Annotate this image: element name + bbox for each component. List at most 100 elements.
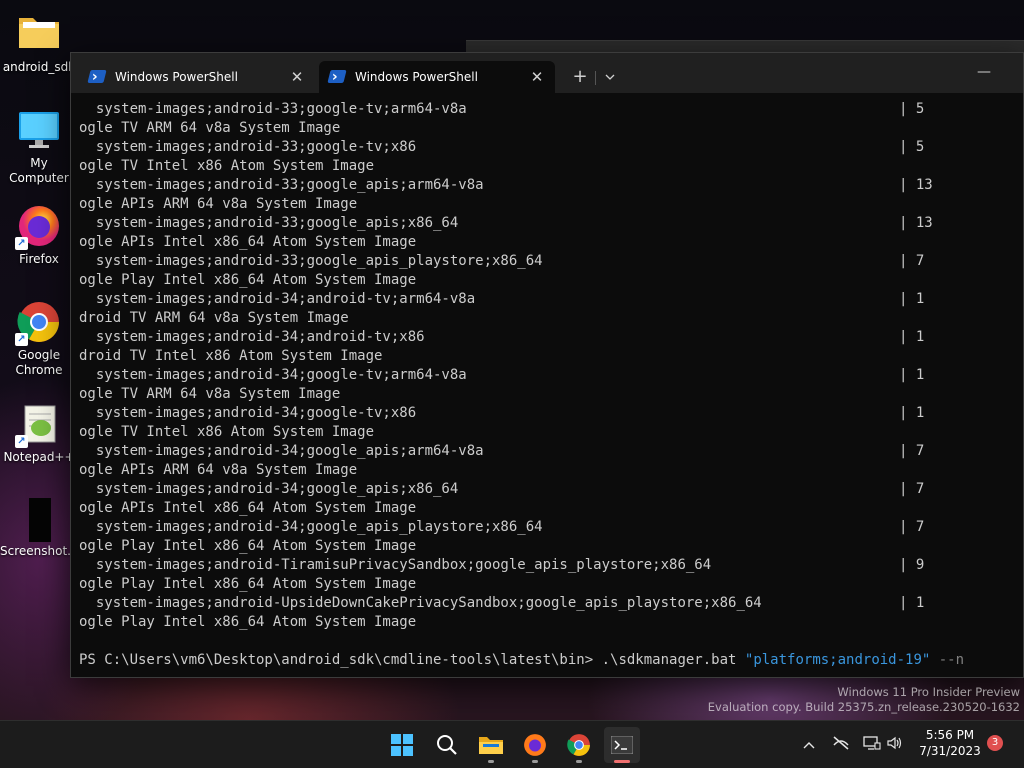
package-path: system-images;android-33;google-tv;x86 [79, 139, 417, 155]
package-row: system-images;android-UpsideDownCakePriv… [79, 594, 1023, 613]
tab-powershell-1[interactable]: Windows PowerShell ✕ [79, 61, 315, 93]
file-explorer-button[interactable] [473, 727, 509, 763]
package-version: | 1 [899, 405, 925, 421]
chevron-down-icon[interactable] [601, 63, 619, 91]
package-version: | 13 [899, 215, 933, 231]
package-row: system-images;android-34;google_apis_pla… [79, 518, 1023, 537]
running-indicator [576, 760, 582, 763]
watermark-line-1: Windows 11 Pro Insider Preview [837, 685, 1020, 699]
monitor-icon [17, 108, 61, 152]
package-path: system-images;android-34;google-tv;arm64… [79, 367, 467, 383]
package-path: system-images;android-33;google_apis_pla… [79, 253, 543, 269]
package-version: | 1 [899, 367, 925, 383]
network-offline-icon[interactable] [831, 735, 851, 755]
package-row: system-images;android-34;google-tv;x86 | … [79, 404, 1023, 423]
start-button[interactable] [384, 727, 420, 763]
desktop-icon-notepadpp[interactable]: ↗ Notepad++ [0, 402, 78, 465]
package-version: | 1 [899, 291, 925, 307]
package-version: | 13 [899, 177, 933, 193]
close-icon[interactable]: ✕ [289, 61, 305, 93]
shortcut-arrow-icon: ↗ [15, 237, 28, 250]
display-icon[interactable] [862, 735, 882, 755]
prompt-command: .\sdkmanager.bat [601, 652, 745, 668]
prompt-path: PS C:\Users\vm6\Desktop\android_sdk\cmdl… [79, 652, 602, 668]
watermark-line-2: Evaluation copy. Build 25375.zn_release.… [707, 700, 1020, 714]
package-version: | 5 [899, 101, 925, 117]
package-row: system-images;android-34;google_apis;x86… [79, 480, 1023, 499]
package-version: | 1 [899, 329, 925, 345]
package-version: | 9 [899, 557, 925, 573]
windows-watermark: Windows 11 Pro Insider Preview Evaluatio… [708, 685, 1020, 715]
windows-start-icon [391, 734, 413, 756]
tab-bar: Windows PowerShell ✕ Windows PowerShell … [71, 53, 1023, 93]
notification-badge[interactable]: 3 [987, 735, 1003, 751]
desktop-icon-my-computer[interactable]: My Computer [0, 108, 78, 186]
package-description: ogle APIs ARM 64 v8a System Image [79, 462, 358, 478]
tab-powershell-2[interactable]: Windows PowerShell ✕ [319, 61, 555, 93]
package-description: ogle APIs Intel x86_64 Atom System Image [79, 500, 417, 516]
chevron-up-icon[interactable] [799, 735, 819, 755]
running-indicator [488, 760, 494, 763]
close-icon[interactable]: ✕ [529, 61, 545, 93]
terminal-icon [610, 735, 634, 755]
package-path: system-images;android-UpsideDownCakePriv… [79, 595, 762, 611]
desktop-icon-android-sdk[interactable]: android_sdk [0, 12, 78, 75]
firefox-icon [524, 734, 546, 756]
desktop-icon-chrome[interactable]: ↗ Google Chrome [0, 300, 78, 378]
terminal-taskbar-button[interactable] [604, 727, 640, 763]
package-description: ogle TV Intel x86 Atom System Image [79, 424, 375, 440]
package-description: ogle TV ARM 64 v8a System Image [79, 386, 341, 402]
package-path: system-images;android-34;android-tv;x86 [79, 329, 425, 345]
package-version: | 7 [899, 253, 925, 269]
notepadpp-icon: ↗ [15, 402, 61, 448]
package-path: system-images;android-TiramisuPrivacySan… [79, 557, 712, 573]
tab-label: Windows PowerShell [355, 70, 478, 84]
chrome-icon [567, 734, 590, 756]
package-path: system-images;android-33;google-tv;arm64… [79, 101, 467, 117]
package-row: system-images;android-34;google-tv;arm64… [79, 366, 1023, 385]
minimize-button[interactable]: — [971, 59, 997, 85]
package-description: droid TV ARM 64 v8a System Image [79, 310, 349, 326]
package-version: | 7 [899, 443, 925, 459]
running-indicator [614, 760, 630, 763]
package-path: system-images;android-33;google_apis;x86… [79, 215, 459, 231]
desktop-icon-label: Firefox [19, 252, 59, 266]
terminal-window[interactable]: Windows PowerShell ✕ Windows PowerShell … [70, 52, 1024, 678]
desktop-icon-firefox[interactable]: ↗ Firefox [0, 204, 78, 267]
package-version: | 1 [899, 595, 925, 611]
package-path: system-images;android-34;google_apis_pla… [79, 519, 543, 535]
terminal-output[interactable]: system-images;android-33;google-tv;arm64… [79, 100, 1023, 677]
package-row: system-images;android-34;android-tv;arm6… [79, 290, 1023, 309]
package-row: system-images;android-33;google_apis;x86… [79, 214, 1023, 233]
package-description: ogle APIs Intel x86_64 Atom System Image [79, 234, 417, 250]
package-row: system-images;android-33;google-tv;arm64… [79, 100, 1023, 119]
package-row: system-images;android-34;google_apis;arm… [79, 442, 1023, 461]
tab-separator [595, 71, 596, 85]
clock[interactable]: 5:56 PM 7/31/2023 [914, 728, 986, 758]
file-explorer-icon [479, 737, 503, 754]
desktop-icon-label: Screenshot... [0, 544, 79, 558]
tab-label: Windows PowerShell [115, 70, 238, 84]
command-prompt[interactable]: PS C:\Users\vm6\Desktop\android_sdk\cmdl… [79, 651, 1023, 670]
package-description: ogle Play Intel x86_64 Atom System Image [79, 538, 417, 554]
package-description: ogle Play Intel x86_64 Atom System Image [79, 576, 417, 592]
search-button[interactable] [429, 727, 465, 763]
package-version: | 5 [899, 139, 925, 155]
screenshot-file-icon [17, 496, 61, 542]
firefox-taskbar-button[interactable] [517, 727, 553, 763]
package-row: system-images;android-33;google_apis;arm… [79, 176, 1023, 195]
powershell-icon [327, 70, 347, 83]
volume-icon[interactable] [885, 735, 905, 755]
desktop-icon-label: Notepad++ [3, 450, 75, 464]
shortcut-arrow-icon: ↗ [15, 333, 28, 346]
prompt-parameter: --n [930, 652, 965, 668]
desktop-icon-label: My Computer [9, 156, 69, 185]
chrome-taskbar-button[interactable] [561, 727, 597, 763]
clock-date: 7/31/2023 [919, 744, 981, 758]
new-tab-button[interactable]: + [569, 63, 591, 91]
package-path: system-images;android-34;google_apis;arm… [79, 443, 484, 459]
package-row: system-images;android-33;google-tv;x86 | … [79, 138, 1023, 157]
package-description: ogle Play Intel x86_64 Atom System Image [79, 272, 417, 288]
package-path: system-images;android-33;google_apis;arm… [79, 177, 484, 193]
desktop-icon-screenshot[interactable]: Screenshot... [0, 496, 79, 559]
